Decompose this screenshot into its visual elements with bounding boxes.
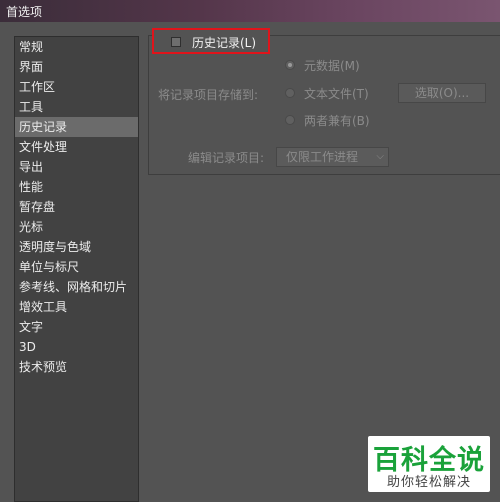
sidebar-item-history[interactable]: 历史记录 — [15, 117, 138, 137]
watermark-logo: 百科全说 助你轻松解决 — [368, 436, 490, 492]
history-checkbox[interactable] — [171, 37, 181, 47]
edit-log-items-value: 仅限工作进程 — [286, 150, 359, 164]
metadata-radio-label[interactable]: 元数据(M) — [304, 57, 360, 74]
sidebar-item-plugins[interactable]: 增效工具 — [15, 297, 138, 317]
metadata-radio[interactable] — [285, 60, 295, 70]
sidebar-item-transparency-gamut[interactable]: 透明度与色域 — [15, 237, 138, 257]
history-checkbox-label[interactable]: 历史记录(L) — [192, 34, 256, 51]
sidebar-item-type[interactable]: 文字 — [15, 317, 138, 337]
store-to-label: 将记录项目存储到: — [158, 88, 259, 102]
watermark-subtitle: 助你轻松解决 — [386, 475, 471, 490]
sidebar-item-file-handling[interactable]: 文件处理 — [15, 137, 138, 157]
history-checkbox-highlight: 历史记录(L) — [152, 28, 270, 54]
sidebar-item-guides-grid-slices[interactable]: 参考线、网格和切片 — [15, 277, 138, 297]
both-radio[interactable] — [285, 115, 295, 125]
sidebar-item-export[interactable]: 导出 — [15, 157, 138, 177]
window-title: 首选项 — [6, 5, 43, 19]
text-file-radio[interactable] — [285, 88, 295, 98]
edit-log-items-label: 编辑记录项目: — [188, 151, 265, 165]
sidebar-item-scratch-disks[interactable]: 暂存盘 — [15, 197, 138, 217]
choose-button[interactable]: 选取(O)... — [398, 83, 486, 103]
sidebar-item-technology-previews[interactable]: 技术预览 — [15, 357, 138, 377]
sidebar-item-performance[interactable]: 性能 — [15, 177, 138, 197]
sidebar-item-cursors[interactable]: 光标 — [15, 217, 138, 237]
both-radio-label[interactable]: 两者兼有(B) — [304, 112, 370, 129]
sidebar-item-3d[interactable]: 3D — [15, 337, 138, 357]
sidebar-item-tools[interactable]: 工具 — [15, 97, 138, 117]
sidebar-item-interface[interactable]: 界面 — [15, 57, 138, 77]
chevron-down-icon: ⌵ — [376, 151, 384, 162]
title-bar: 首选项 — [0, 0, 500, 22]
sidebar-item-units-rulers[interactable]: 单位与标尺 — [15, 257, 138, 277]
sidebar-item-workspace[interactable]: 工作区 — [15, 77, 138, 97]
edit-log-items-select[interactable]: 仅限工作进程 ⌵ — [276, 147, 389, 167]
sidebar-item-general[interactable]: 常规 — [15, 37, 138, 57]
text-file-radio-label[interactable]: 文本文件(T) — [304, 85, 369, 102]
preferences-sidebar: 常规 界面 工作区 工具 历史记录 文件处理 导出 性能 暂存盘 光标 透明度与… — [14, 36, 139, 502]
